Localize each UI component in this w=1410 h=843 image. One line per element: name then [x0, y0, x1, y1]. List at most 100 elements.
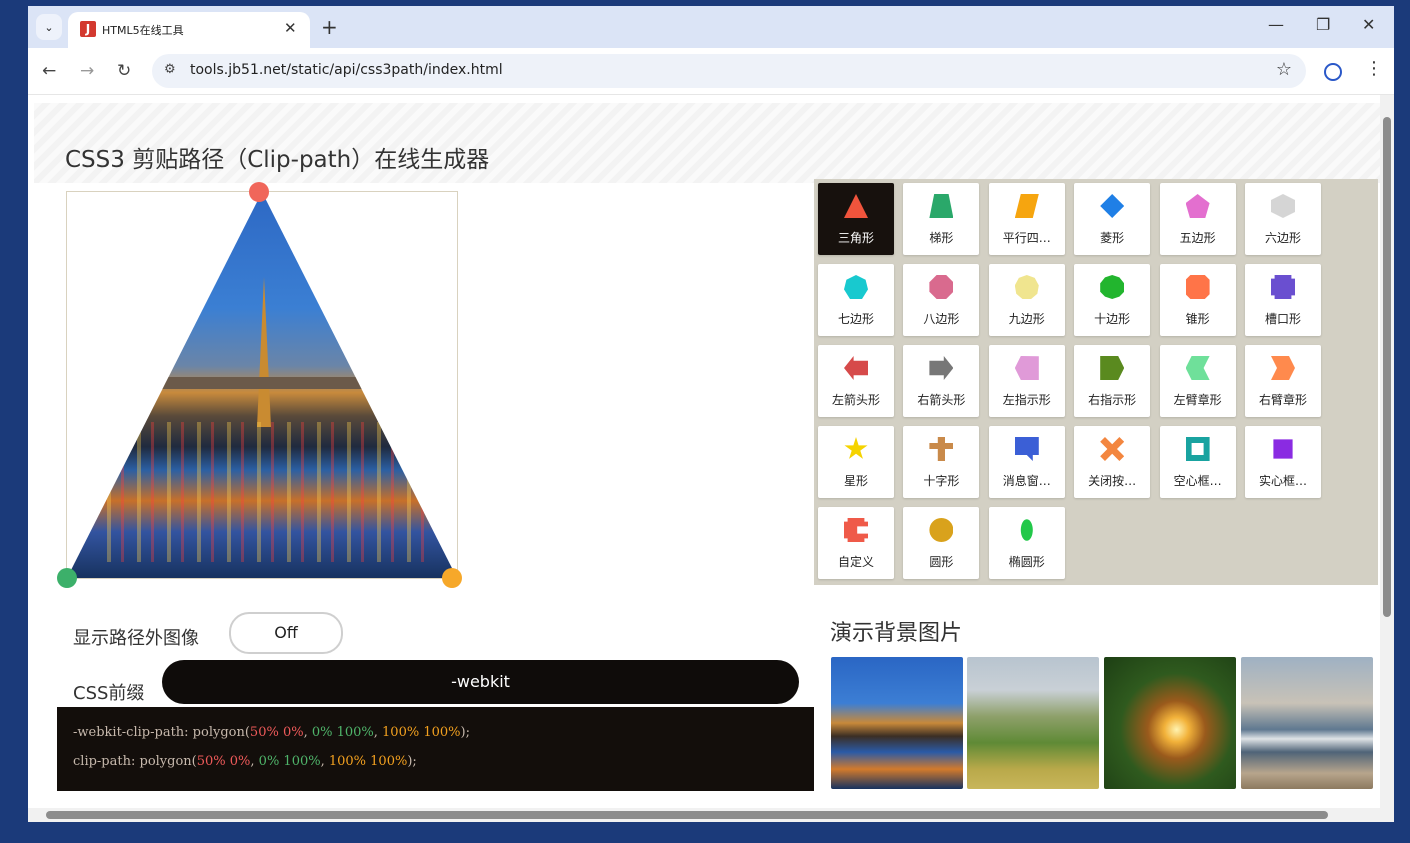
shape-option[interactable]: 九边形	[988, 264, 1065, 336]
shape-label: 自定义	[837, 555, 874, 569]
shape-option[interactable]: 梯形	[903, 183, 980, 255]
shape-label: 菱形	[1100, 231, 1125, 245]
shape-preview-icon	[1100, 194, 1125, 218]
shape-option[interactable]: 消息窗…	[988, 426, 1065, 498]
clip-preview-canvas[interactable]	[66, 191, 458, 579]
shape-preview-icon	[1100, 356, 1125, 380]
shape-preview-icon	[1100, 437, 1125, 461]
shape-preview-icon	[1100, 275, 1125, 299]
shape-option[interactable]: 左箭头形	[818, 345, 894, 417]
clip-point-handle[interactable]	[249, 182, 269, 202]
shape-option[interactable]: 左臂章形	[1159, 345, 1236, 417]
new-tab-button[interactable]: +	[321, 15, 338, 39]
background-images-title: 演示背景图片	[830, 621, 963, 646]
shape-option[interactable]: 八边形	[903, 264, 980, 336]
shape-preview-icon	[1014, 275, 1039, 299]
shape-option[interactable]: 星形	[818, 426, 894, 498]
back-arrow-icon[interactable]: ←	[42, 61, 56, 81]
shape-option[interactable]: 十边形	[1074, 264, 1151, 336]
shape-option[interactable]: 椭圆形	[988, 507, 1065, 579]
shape-label: 星形	[843, 474, 868, 488]
shape-option[interactable]: 六边形	[1245, 183, 1321, 255]
restore-button[interactable]: ❐	[1316, 15, 1330, 34]
shape-label: 右臂章形	[1258, 393, 1307, 407]
shape-option[interactable]: 关闭按…	[1074, 426, 1151, 498]
page-content: CSS3 剪贴路径（Clip-path）在线生成器 显示路径外图像 Off CS…	[28, 95, 1380, 808]
vertical-scroll-thumb[interactable]	[1383, 117, 1391, 617]
clip-point-handle[interactable]	[57, 568, 77, 588]
shape-option[interactable]: 右臂章形	[1245, 345, 1321, 417]
shape-preview-icon	[1185, 275, 1210, 299]
address-bar[interactable]: ⚙ tools.jb51.net/static/api/css3path/ind…	[152, 54, 1306, 88]
shape-preview-icon	[1271, 275, 1295, 299]
forward-arrow-icon[interactable]: →	[80, 61, 94, 81]
css-prefix-label: CSS前缀	[73, 683, 145, 704]
shape-preview-icon	[929, 194, 954, 218]
bg-thumb-sea[interactable]	[1241, 657, 1373, 789]
css-prefix-button[interactable]: -webkit	[162, 660, 799, 704]
shape-label: 左臂章形	[1173, 393, 1222, 407]
bookmark-star-icon[interactable]: ☆	[1276, 59, 1292, 80]
close-window-button[interactable]: ✕	[1362, 15, 1375, 34]
site-info-icon[interactable]: ⚙	[164, 62, 176, 77]
shape-option[interactable]: 右指示形	[1074, 345, 1151, 417]
horizontal-scrollbar[interactable]	[28, 808, 1394, 822]
show-outside-toggle[interactable]: Off	[229, 612, 343, 654]
shape-preview-icon	[1271, 194, 1295, 218]
bg-thumb-sparkler[interactable]	[1104, 657, 1236, 789]
shape-label: 左箭头形	[831, 393, 880, 407]
page-title: CSS3 剪贴路径（Clip-path）在线生成器	[65, 147, 490, 173]
shape-option[interactable]: 三角形	[818, 183, 894, 255]
shape-label: 椭圆形	[1008, 555, 1045, 569]
shape-preview-icon	[844, 275, 868, 299]
code-line-webkit: -webkit-clip-path: polygon(50% 0%, 0% 10…	[73, 725, 470, 740]
shape-preview-icon	[929, 356, 954, 380]
minimize-button[interactable]: —	[1268, 15, 1284, 34]
shape-label: 十边形	[1094, 312, 1131, 326]
code-line-standard: clip-path: polygon(50% 0%, 0% 100%, 100%…	[73, 754, 417, 769]
shape-option[interactable]: 七边形	[818, 264, 894, 336]
shape-label: 梯形	[929, 231, 954, 245]
shape-preview-icon	[844, 194, 868, 218]
shape-option[interactable]: 槽口形	[1245, 264, 1321, 336]
shape-option[interactable]: 五边形	[1159, 183, 1236, 255]
shape-preview-icon	[929, 437, 954, 461]
url-text[interactable]: tools.jb51.net/static/api/css3path/index…	[190, 62, 503, 78]
bridge-tower	[257, 277, 271, 427]
menu-kebab-icon[interactable]: ⋮	[1365, 58, 1383, 79]
active-tab[interactable]: J HTML5在线工具 ✕	[68, 12, 310, 48]
shape-option[interactable]: 平行四…	[988, 183, 1065, 255]
shape-label: 右箭头形	[917, 393, 966, 407]
shape-option[interactable]: 锥形	[1159, 264, 1236, 336]
bg-thumb-bridge[interactable]	[831, 657, 963, 789]
vertical-scrollbar[interactable]	[1380, 95, 1394, 808]
shape-label: 锥形	[1185, 312, 1210, 326]
shape-label: 左指示形	[1002, 393, 1051, 407]
shape-option[interactable]: 空心框…	[1159, 426, 1236, 498]
shape-label: 实心框…	[1258, 474, 1307, 488]
bg-thumb-hills[interactable]	[967, 657, 1099, 789]
horizontal-scroll-thumb[interactable]	[46, 811, 1328, 819]
shape-preview-icon	[1185, 194, 1210, 218]
shape-option[interactable]: 菱形	[1074, 183, 1151, 255]
shape-label: 关闭按…	[1088, 474, 1137, 488]
profile-icon[interactable]	[1324, 63, 1342, 81]
shape-label: 八边形	[923, 312, 960, 326]
shape-label: 五边形	[1179, 231, 1216, 245]
shape-option[interactable]: 十字形	[903, 426, 980, 498]
clip-point-handle[interactable]	[442, 568, 462, 588]
tab-close-icon[interactable]: ✕	[284, 19, 297, 37]
shape-label: 六边形	[1264, 231, 1301, 245]
tab-search-button[interactable]: ⌄	[36, 14, 62, 40]
tab-title: HTML5在线工具	[102, 24, 184, 37]
browser-window: ⌄ J HTML5在线工具 ✕ + — ❐ ✕ ← → ↻ ⚙ tools.jb…	[28, 6, 1394, 822]
shape-option[interactable]: 圆形	[903, 507, 980, 579]
shape-label: 三角形	[837, 231, 874, 245]
shape-preview-icon	[1271, 356, 1295, 380]
shape-option[interactable]: 右箭头形	[903, 345, 980, 417]
shape-option[interactable]: 自定义	[818, 507, 894, 579]
shape-option[interactable]: 实心框…	[1245, 426, 1321, 498]
shape-option[interactable]: 左指示形	[988, 345, 1065, 417]
shape-preview-icon	[844, 518, 868, 542]
reload-icon[interactable]: ↻	[117, 61, 131, 81]
